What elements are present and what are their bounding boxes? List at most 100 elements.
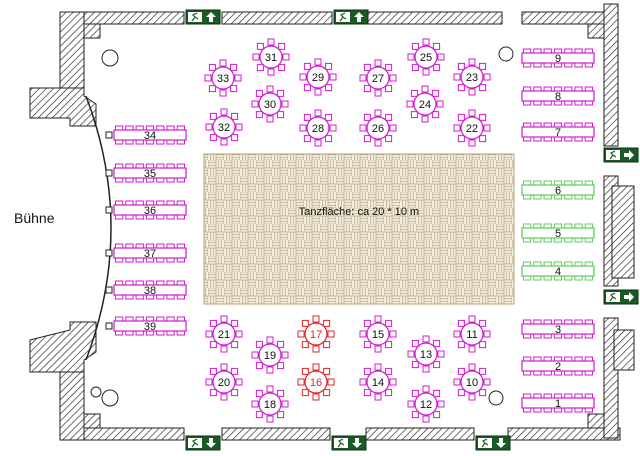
round-table[interactable]: 26 (359, 109, 397, 147)
long-table[interactable]: 34 (105, 125, 187, 145)
chair (533, 136, 542, 142)
chair (323, 389, 331, 397)
chair (176, 316, 185, 322)
table-number: 23 (466, 72, 478, 84)
chair (421, 85, 429, 93)
chair (422, 38, 430, 46)
round-table[interactable]: 13 (407, 335, 445, 373)
round-table[interactable]: 21 (205, 315, 243, 353)
round-table[interactable]: 28 (299, 109, 337, 147)
end-marker (105, 286, 113, 294)
round-table[interactable]: 15 (359, 315, 397, 353)
table-number: 13 (420, 349, 432, 361)
chair (156, 280, 165, 286)
chair (303, 135, 311, 143)
chair (156, 316, 165, 322)
chair (479, 62, 487, 70)
chair (323, 319, 331, 327)
chair (436, 100, 444, 108)
round-table[interactable]: 12 (407, 385, 445, 423)
long-table[interactable]: 37 (105, 243, 187, 263)
long-table[interactable]: 9 (521, 48, 595, 68)
chair (479, 135, 487, 143)
chair (433, 64, 441, 72)
chair (166, 214, 175, 220)
long-table[interactable]: 39 (105, 316, 187, 336)
emergency-exit-sign (603, 147, 639, 163)
round-table[interactable]: 24 (406, 85, 444, 123)
chair (277, 89, 285, 97)
round-table[interactable]: 18 (251, 385, 289, 423)
chair (166, 330, 175, 336)
chair (457, 389, 465, 397)
chair (543, 223, 552, 229)
chair (533, 370, 542, 376)
chair (564, 393, 573, 399)
round-table[interactable]: 23 (453, 58, 491, 96)
round-table[interactable]: 20 (205, 363, 243, 401)
round-table[interactable]: 11 (453, 315, 491, 353)
table-number: 12 (420, 399, 432, 411)
long-table[interactable]: 5 (521, 223, 595, 243)
long-table[interactable]: 4 (521, 261, 595, 281)
chair (433, 361, 441, 369)
round-table[interactable]: 22 (453, 109, 491, 147)
round-table[interactable]: 30 (251, 85, 289, 123)
chair (468, 139, 476, 147)
long-table[interactable]: 8 (521, 86, 595, 106)
chair (385, 113, 393, 121)
chair (533, 194, 542, 200)
round-table[interactable]: 14 (359, 363, 397, 401)
round-table[interactable]: 29 (299, 58, 337, 96)
long-table[interactable]: 36 (105, 200, 187, 220)
long-table[interactable]: 38 (105, 280, 187, 300)
round-table[interactable]: 17 (297, 315, 335, 353)
table-number: 4 (555, 266, 561, 278)
chair (282, 53, 290, 61)
chair (255, 362, 263, 370)
long-table[interactable]: 2 (521, 356, 595, 376)
chair (437, 400, 445, 408)
chair (407, 53, 415, 61)
chair (411, 411, 419, 419)
table-number: 29 (312, 72, 324, 84)
chair (574, 261, 583, 267)
round-table[interactable]: 31 (252, 38, 290, 76)
table-number: 21 (218, 329, 230, 341)
chair (457, 341, 465, 349)
round-table[interactable]: 19 (251, 336, 289, 374)
long-table[interactable]: 35 (105, 163, 187, 183)
long-table[interactable]: 7 (521, 122, 595, 142)
round-table[interactable]: 33 (204, 59, 242, 97)
chair (256, 42, 264, 50)
chair (255, 111, 263, 119)
long-table[interactable]: 3 (521, 319, 595, 339)
round-table[interactable]: 32 (205, 108, 243, 146)
round-table[interactable]: 25 (407, 38, 445, 76)
chair (205, 330, 213, 338)
chair (251, 100, 259, 108)
round-table[interactable]: 10 (453, 363, 491, 401)
chair (457, 84, 465, 92)
wall-corner (587, 413, 605, 429)
chair (457, 113, 465, 121)
chair (323, 341, 331, 349)
chair (574, 237, 583, 243)
chair (176, 177, 185, 183)
chair (166, 294, 175, 300)
chair (231, 341, 239, 349)
round-table[interactable]: 16 (297, 363, 335, 401)
chair (564, 136, 573, 142)
table-number: 15 (372, 329, 384, 341)
chair (374, 109, 382, 117)
chair (564, 370, 573, 376)
table-number: 1 (555, 398, 561, 410)
chair (115, 294, 124, 300)
chair (574, 275, 583, 281)
round-table[interactable]: 27 (359, 59, 397, 97)
chair (433, 389, 441, 397)
chair (574, 393, 583, 399)
long-table[interactable]: 6 (521, 180, 595, 200)
end-marker (105, 206, 113, 214)
long-table[interactable]: 1 (521, 393, 595, 413)
